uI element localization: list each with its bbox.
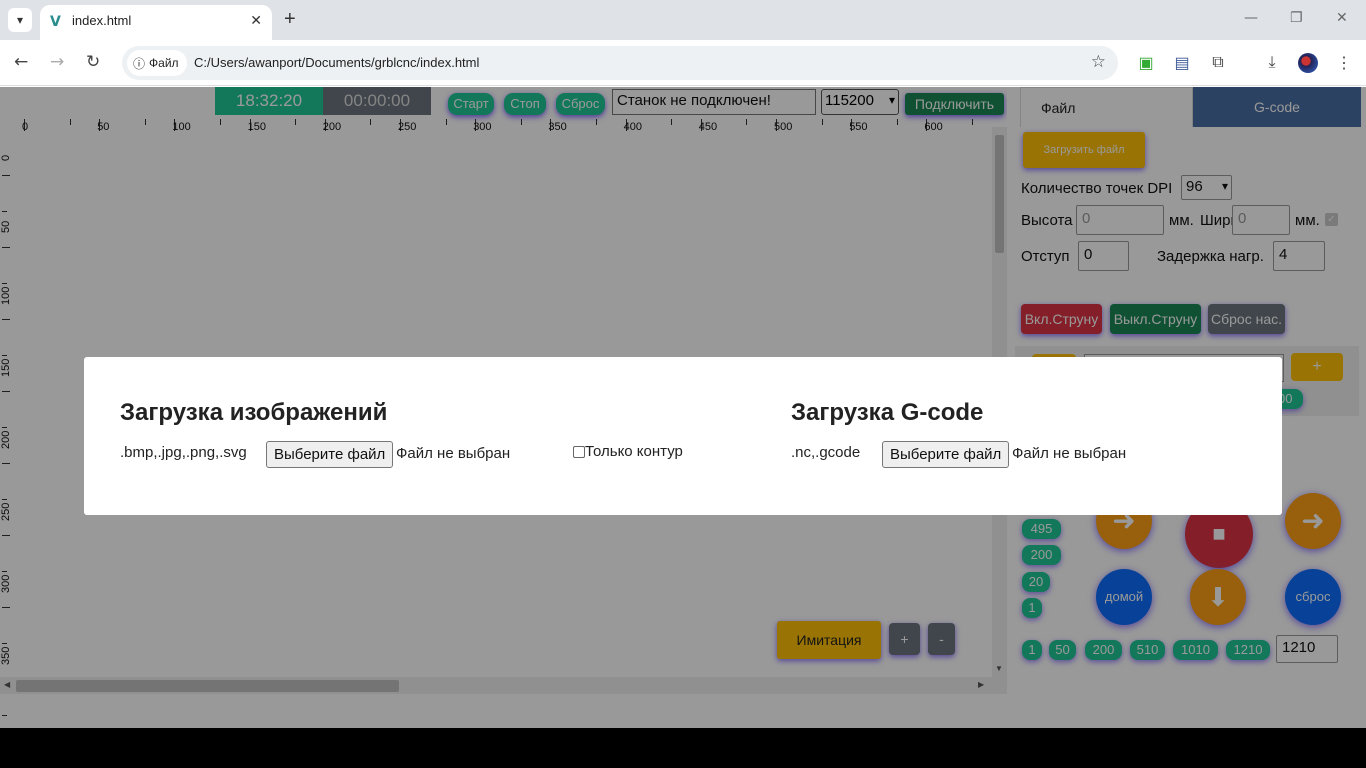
new-tab-icon[interactable]: +	[284, 8, 296, 30]
close-tab-icon[interactable]: ✕	[250, 12, 262, 29]
extension-image-icon[interactable]: ▣	[1136, 53, 1156, 73]
page-viewport: 18:32:20 00:00:00 Старт Стоп Сброс Стано…	[0, 87, 1366, 728]
favicon-icon: V	[50, 14, 61, 30]
contour-only-label: Только контур	[585, 443, 683, 460]
omnibox[interactable]: ⓘ Файл C:/Users/awanport/Documents/grblc…	[122, 46, 1118, 80]
contour-only-checkbox[interactable]	[573, 446, 585, 458]
minimize-icon[interactable]: —	[1244, 10, 1258, 26]
image-file-status: Файл не выбран	[396, 445, 511, 462]
chevron-down-icon: ▾	[16, 13, 24, 27]
gcode-title: Загрузка G-code	[791, 399, 984, 426]
tab-search-button[interactable]: ▾	[8, 8, 32, 32]
tab-title: index.html	[72, 13, 132, 28]
menu-kebab-icon[interactable]: ⋮	[1334, 53, 1354, 73]
restore-icon[interactable]: ❐	[1290, 10, 1303, 26]
browser-window: ▾ V index.html ✕ + — ❐ ✕ ← → ↻ ⓘ Файл C:…	[0, 0, 1366, 728]
close-window-icon[interactable]: ✕	[1336, 10, 1348, 26]
address-bar-row: ← → ↻ ⓘ Файл C:/Users/awanport/Documents…	[0, 40, 1366, 86]
save-disk-icon[interactable]: ▤	[1172, 53, 1192, 73]
bookmark-star-icon[interactable]: ☆	[1091, 52, 1106, 72]
upload-modal: Загрузка изображений .bmp,.jpg,.png,.svg…	[84, 357, 1282, 515]
tab-strip: ▾ V index.html ✕ + — ❐ ✕	[0, 0, 1366, 40]
browser-tab[interactable]: V index.html ✕	[40, 5, 272, 40]
site-chip-label: Файл	[149, 56, 179, 70]
gcode-ext: .nc,.gcode	[791, 444, 861, 461]
profile-avatar-icon[interactable]	[1298, 53, 1318, 73]
download-icon[interactable]: ⤓	[1262, 53, 1282, 73]
choose-gcode-file-button[interactable]: Выберите файл	[882, 441, 1010, 468]
extensions-puzzle-icon[interactable]: ⧉	[1208, 53, 1228, 73]
url-text[interactable]: C:/Users/awanport/Documents/grblcnc/inde…	[194, 55, 479, 70]
gcode-file-status: Файл не выбран	[1012, 445, 1127, 462]
back-icon[interactable]: ←	[14, 53, 28, 71]
images-ext: .bmp,.jpg,.png,.svg	[120, 444, 247, 461]
forward-icon[interactable]: →	[50, 53, 64, 71]
choose-image-file-button[interactable]: Выберите файл	[266, 441, 394, 468]
images-title: Загрузка изображений	[120, 399, 388, 426]
reload-icon[interactable]: ↻	[86, 53, 100, 71]
site-info-chip[interactable]: ⓘ Файл	[127, 50, 187, 76]
info-icon: ⓘ	[133, 56, 146, 71]
